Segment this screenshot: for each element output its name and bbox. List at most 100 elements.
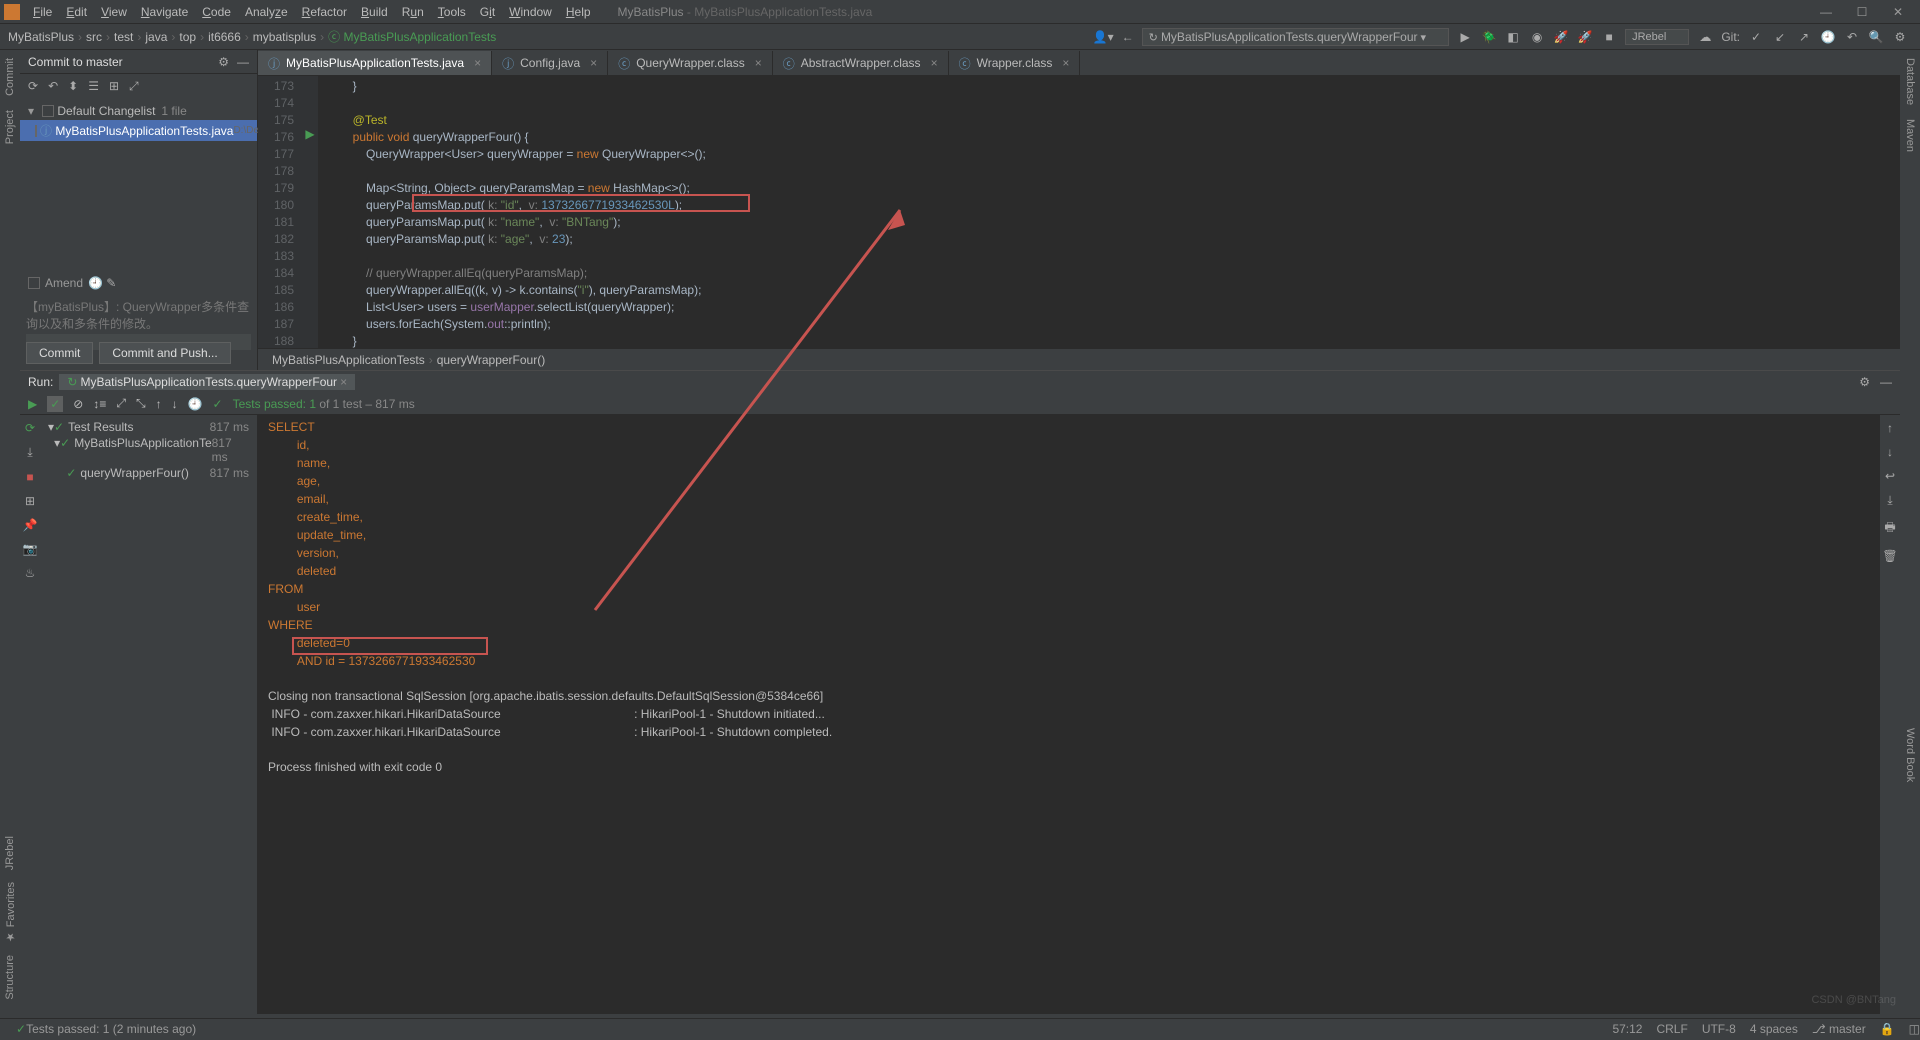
rerun-icon[interactable]: ⟳	[25, 421, 35, 435]
line-sep[interactable]: CRLF	[1656, 1022, 1687, 1036]
jrebel-settings-icon[interactable]: ☁	[1697, 30, 1713, 44]
editor-tab[interactable]: ⓒQueryWrapper.class×	[608, 51, 773, 75]
gear-icon[interactable]: ⚙	[218, 55, 229, 69]
git-commit-icon[interactable]: ✓	[1748, 30, 1764, 44]
git-rollback-icon[interactable]: ↶	[1844, 30, 1860, 44]
menu-help[interactable]: Help	[559, 5, 598, 19]
diff-icon[interactable]: ⬍	[68, 79, 78, 93]
close-icon[interactable]: ×	[590, 56, 597, 70]
changelist-row[interactable]: ▾ Default Changelist1 file	[20, 102, 257, 120]
menu-analyze[interactable]: Analyze	[238, 5, 295, 19]
git-history-icon[interactable]: 🕘	[1820, 30, 1836, 44]
left-tab-jrebel[interactable]: JRebel	[4, 836, 16, 870]
close-icon[interactable]: ×	[931, 56, 938, 70]
editor-tab[interactable]: ⓒWrapper.class×	[949, 51, 1081, 75]
menu-run[interactable]: Run	[395, 5, 431, 19]
menu-view[interactable]: View	[94, 5, 134, 19]
close-icon[interactable]: ×	[1062, 56, 1069, 70]
group-icon[interactable]: ⊞	[109, 79, 119, 93]
jrebel-run-icon[interactable]: 🚀	[1553, 30, 1569, 44]
menu-refactor[interactable]: Refactor	[295, 5, 354, 19]
print-icon[interactable]: 🖶	[1884, 518, 1895, 539]
breadcrumb[interactable]: MyBatisPlus	[8, 30, 74, 44]
debug-button[interactable]: 🪲	[1481, 30, 1497, 44]
stop-icon[interactable]: ■	[26, 470, 33, 484]
layout-icon[interactable]: ⊞	[25, 494, 35, 508]
down-icon[interactable]: ↓	[1887, 445, 1893, 459]
next-icon[interactable]: ↓	[172, 397, 178, 411]
breadcrumb[interactable]: mybatisplus	[253, 30, 316, 44]
git-branch[interactable]: ⎇ master	[1812, 1022, 1866, 1036]
menu-tools[interactable]: Tools	[431, 5, 473, 19]
commit-push-button[interactable]: Commit and Push...	[99, 342, 230, 364]
gear-icon[interactable]: ⚙	[1859, 375, 1870, 389]
settings-icon[interactable]: ⚙	[1892, 30, 1908, 44]
editor-tab[interactable]: ⓙMyBatisPlusApplicationTests.java×	[258, 51, 492, 75]
profile-button[interactable]: ◉	[1529, 30, 1545, 44]
left-tab-project[interactable]: Project	[4, 110, 16, 144]
export-icon[interactable]: 🕘	[188, 397, 203, 411]
breadcrumb[interactable]: ⓒ MyBatisPlusApplicationTests	[328, 28, 496, 45]
pin-icon[interactable]: 📌	[23, 518, 38, 532]
left-tab-favorites[interactable]: ★ Favorites	[4, 882, 17, 943]
git-update-icon[interactable]: ↙	[1772, 30, 1788, 44]
menu-window[interactable]: Window	[502, 5, 559, 19]
close-button[interactable]: ✕	[1880, 5, 1916, 19]
toggle-passed-icon[interactable]: ✓	[47, 396, 63, 412]
breadcrumb[interactable]: test	[114, 30, 133, 44]
rollback-icon[interactable]: ↶	[48, 79, 58, 93]
close-icon[interactable]: ×	[474, 56, 481, 70]
rerun-button[interactable]: ▶	[28, 397, 37, 411]
breadcrumb[interactable]: top	[179, 30, 196, 44]
code-editor[interactable]: } @Test public void queryWrapperFour() {…	[318, 76, 1900, 348]
jrebel-debug-icon[interactable]: 🚀	[1577, 30, 1593, 44]
users-icon[interactable]: 👤▾	[1093, 30, 1114, 44]
right-tab-wordbook[interactable]: Word Book	[1904, 728, 1916, 782]
wrap-icon[interactable]: ↩	[1885, 469, 1895, 483]
maximize-button[interactable]: ☐	[1844, 5, 1880, 19]
lock-icon[interactable]: 🔒	[1880, 1022, 1895, 1036]
sort-icon[interactable]: ↕≡	[93, 397, 106, 411]
breadcrumb[interactable]: java	[145, 30, 167, 44]
changed-file-row[interactable]: ⓙ MyBatisPlusApplicationTests.javaD:\De	[20, 120, 257, 141]
expand-icon[interactable]: ⤢	[116, 396, 126, 411]
console-output[interactable]: SELECT id, name, age, email, create_time…	[258, 415, 1880, 1014]
jrebel-selector[interactable]: JRebel	[1625, 29, 1689, 45]
scroll-icon[interactable]: ⤓	[1887, 493, 1892, 508]
memory-icon[interactable]: ◫	[1909, 1022, 1920, 1036]
minimize-icon[interactable]: —	[237, 55, 249, 69]
menu-navigate[interactable]: Navigate	[134, 5, 195, 19]
editor-tab[interactable]: ⓙConfig.java×	[492, 51, 608, 75]
up-icon[interactable]: ↑	[1887, 421, 1893, 435]
right-tab-database[interactable]: Database	[1904, 58, 1916, 105]
prev-icon[interactable]: ↑	[156, 397, 162, 411]
menu-code[interactable]: Code	[195, 5, 238, 19]
minimize-icon[interactable]: —	[1880, 375, 1892, 389]
snapshot-icon[interactable]: 📷	[23, 542, 38, 556]
back-icon[interactable]: ←	[1122, 30, 1134, 44]
clear-icon[interactable]: 🗑	[1882, 549, 1897, 563]
menu-git[interactable]: Git	[473, 5, 502, 19]
close-icon[interactable]: ×	[755, 56, 762, 70]
amend-checkbox[interactable]: Amend🕘 ✎	[28, 276, 116, 290]
menu-build[interactable]: Build	[354, 5, 395, 19]
toggle-ignored-icon[interactable]: ⊘	[73, 397, 83, 411]
menu-edit[interactable]: Edit	[59, 5, 94, 19]
collapse-icon[interactable]: ⤡	[136, 396, 146, 411]
breadcrumb[interactable]: it6666	[208, 30, 241, 44]
run-tab[interactable]: ↻ MyBatisPlusApplicationTests.queryWrapp…	[59, 374, 355, 390]
indent[interactable]: 4 spaces	[1750, 1022, 1798, 1036]
coverage-button[interactable]: ◧	[1505, 30, 1521, 44]
stop-button[interactable]: ■	[1601, 30, 1617, 44]
left-tab-commit[interactable]: Commit	[4, 58, 16, 96]
editor-tab[interactable]: ⓒAbstractWrapper.class×	[773, 51, 949, 75]
right-tab-maven[interactable]: Maven	[1904, 119, 1916, 152]
git-push-icon[interactable]: ↗	[1796, 30, 1812, 44]
changelist-icon[interactable]: ☰	[88, 79, 99, 93]
structure-breadcrumb[interactable]: MyBatisPlusApplicationTests›queryWrapper…	[258, 348, 1900, 370]
refresh-icon[interactable]: ⟳	[28, 79, 38, 93]
more-icon[interactable]: ♨	[25, 566, 36, 580]
commit-button[interactable]: Commit	[26, 342, 93, 364]
minimize-button[interactable]: —	[1808, 5, 1844, 19]
toggle-icon[interactable]: ⤓	[27, 445, 32, 460]
